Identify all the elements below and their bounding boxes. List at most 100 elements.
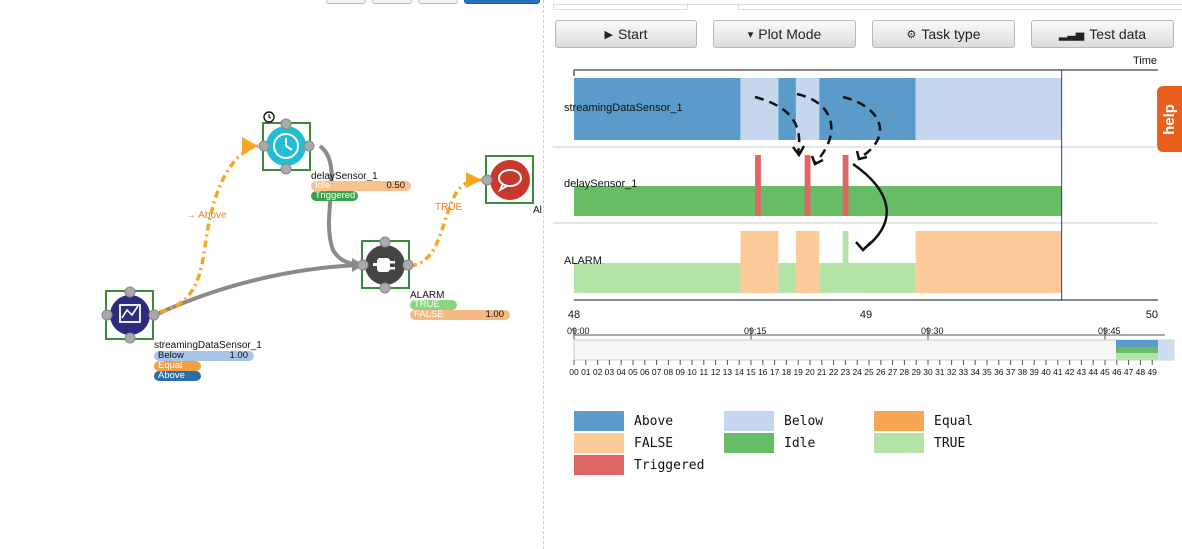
legend-item-above: Above: [574, 411, 673, 431]
panel-divider: [543, 0, 544, 549]
clock-icon: [263, 111, 275, 123]
segment-true: [819, 263, 843, 293]
output-node[interactable]: [481, 155, 534, 204]
edge-label-above: → Above: [186, 210, 227, 221]
minute-tick-label: 03: [605, 367, 615, 377]
edge-sensor-to-delay[interactable]: [159, 144, 259, 314]
minute-tick-label: 01: [581, 367, 591, 377]
help-label: help: [1161, 103, 1178, 135]
minute-tick-label: 19: [793, 367, 803, 377]
test-data-label: Test data: [1089, 26, 1147, 42]
edge-alarm-to-output[interactable]: [409, 178, 483, 268]
minute-tick-label: 15: [746, 367, 756, 377]
legend-item-below: Below: [724, 411, 823, 431]
task-type-button[interactable]: ⚙ Task type: [872, 20, 1015, 48]
minute-tick-label: 06: [640, 367, 650, 377]
minute-tick-label: 49: [1147, 367, 1157, 377]
legend-swatch: [724, 411, 774, 431]
signal-bars-icon: ▂▃▅: [1058, 28, 1085, 41]
segment-below: [915, 78, 1062, 140]
state-value: 1.00: [229, 350, 249, 361]
minute-tick-label: 26: [876, 367, 886, 377]
minute-tick-label: 39: [1029, 367, 1039, 377]
edge-arrowhead-output: [466, 172, 482, 188]
segment-true: [574, 263, 741, 293]
legend-label: Idle: [784, 435, 816, 451]
segment-false: [915, 231, 1062, 293]
minute-tick-label: 43: [1077, 367, 1087, 377]
minute-tick-label: 28: [900, 367, 910, 377]
minute-tick-label: 23: [841, 367, 851, 377]
play-icon: ▶: [604, 28, 613, 41]
sensor-state-above: Above: [154, 371, 201, 381]
segment-true: [842, 231, 849, 293]
minute-tick-label: 44: [1088, 367, 1098, 377]
overview-tick-0900: 09:00: [567, 326, 590, 336]
help-tab[interactable]: help: [1157, 86, 1182, 152]
start-button[interactable]: ▶ Start: [555, 20, 697, 48]
minute-tick-label: 35: [982, 367, 992, 377]
minute-tick-label: 13: [723, 367, 733, 377]
minute-tick-label: 32: [947, 367, 957, 377]
minute-tick-label: 05: [628, 367, 638, 377]
legend-swatch: [874, 433, 924, 453]
flow-canvas[interactable]: [0, 0, 543, 549]
minute-tick-label: 25: [864, 367, 874, 377]
alarm-node[interactable]: [357, 236, 414, 294]
minute-tick-label: 09: [675, 367, 685, 377]
task-type-label: Task type: [921, 26, 981, 42]
test-data-button[interactable]: ▂▃▅ Test data: [1031, 20, 1174, 48]
edge-arrowhead-delay: [242, 137, 258, 155]
segment-false: [795, 231, 820, 293]
time-label: Time 09: [1133, 55, 1158, 67]
state-label: FALSE: [414, 309, 444, 320]
legend-label: Triggered: [634, 457, 705, 473]
delay-node[interactable]: [258, 118, 315, 175]
minute-tick-label: 45: [1100, 367, 1110, 377]
tab-left[interactable]: [553, 3, 688, 10]
minute-tick-label: 47: [1124, 367, 1134, 377]
gears-icon: ⚙: [906, 28, 917, 41]
minute-tick-label: 12: [711, 367, 721, 377]
plot-mode-button[interactable]: ▾ Plot Mode: [713, 20, 856, 48]
minute-tick-label: 16: [758, 367, 768, 377]
minute-tick-label: 33: [959, 367, 969, 377]
minute-tick-label: 07: [652, 367, 662, 377]
overview-track: [573, 339, 1175, 361]
minute-tick-label: 30: [923, 367, 933, 377]
overview-tick-0915: 09:15: [744, 326, 767, 336]
minute-tick-label: 31: [935, 367, 945, 377]
edge-delay-to-alarm[interactable]: [318, 144, 363, 267]
legend-label: FALSE: [634, 435, 674, 451]
legend-item-true: TRUE: [874, 433, 965, 453]
overview-tick-0945: 09:45: [1098, 326, 1121, 336]
x-tick-50: 50: [1146, 309, 1158, 321]
minute-tick-label: 14: [734, 367, 744, 377]
sensor-node[interactable]: [101, 286, 160, 344]
minute-tick-label: 00: [569, 367, 579, 377]
output-node-label: Al: [533, 205, 542, 216]
x-tick-49: 49: [860, 309, 872, 321]
timeline-x-axis: 48 49 50: [568, 299, 1158, 321]
legend-item-equal: Equal: [874, 411, 973, 431]
delay-state-triggered: Triggered: [311, 191, 358, 201]
plot-mode-label: Plot Mode: [758, 26, 822, 42]
legend-swatch: [724, 433, 774, 453]
state-value: 0.50: [386, 180, 406, 191]
minute-tick-label: 11: [699, 367, 708, 377]
segment-below: [795, 78, 820, 140]
overview-brush[interactable]: [1116, 340, 1174, 360]
edge-sensor-to-alarm[interactable]: [154, 263, 361, 317]
legend-label: Above: [634, 413, 674, 429]
legend-swatch: [574, 455, 624, 475]
row-label-delay: delaySensor_1: [564, 178, 637, 190]
tab-right[interactable]: [738, 3, 1182, 10]
minute-tick-label: 18: [782, 367, 792, 377]
segment-false: [740, 231, 779, 293]
minute-tick-label: 24: [852, 367, 862, 377]
segment-triggered: [804, 155, 811, 216]
minute-tick-label: 48: [1136, 367, 1146, 377]
legend-label: Equal: [934, 413, 974, 429]
legend-label: TRUE: [934, 435, 966, 451]
timeline-overview[interactable]: 09:00 09:15 09:30 09:45 00 01 02 03 04 05 06 07…: [565, 323, 1177, 381]
